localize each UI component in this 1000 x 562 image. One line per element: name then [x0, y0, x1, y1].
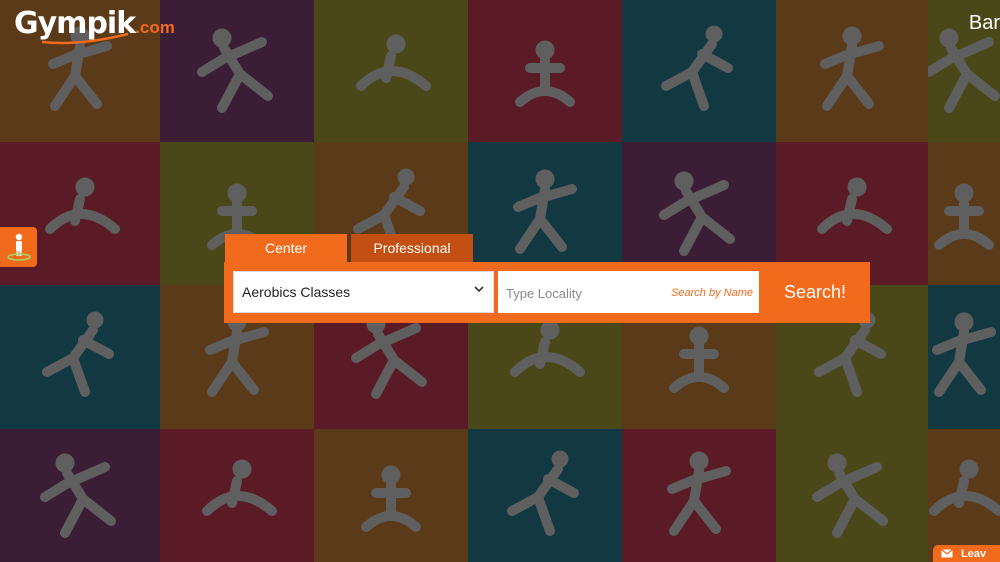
background-tile — [622, 0, 776, 142]
background-tile — [160, 429, 314, 562]
figure-icon — [934, 183, 994, 250]
locality-field: Search by Name — [498, 271, 759, 315]
badminton-player-icon — [197, 28, 273, 113]
dumbbell-lifter-icon — [667, 451, 731, 536]
weightlifter-icon — [932, 312, 996, 397]
background-tile — [776, 0, 928, 142]
dancer-icon — [515, 40, 575, 107]
leave-message-label: Leav — [961, 547, 987, 560]
background-tile — [160, 0, 314, 142]
chevron-down-icon — [474, 286, 484, 293]
person-location-icon — [6, 233, 31, 261]
background-tile — [928, 285, 1000, 429]
tree-pose-icon — [40, 453, 116, 538]
background-tile — [776, 429, 928, 562]
side-feedback-widget[interactable] — [0, 227, 37, 267]
dancer-arc-icon — [42, 311, 114, 397]
backbend-figure-icon — [817, 177, 892, 234]
background-tile — [0, 429, 160, 562]
search-button[interactable]: Search! — [769, 271, 861, 313]
background-tile — [928, 429, 1000, 562]
search-bar: Aerobics Classes Search by Name Search! — [224, 262, 870, 323]
logo-suffix: .com — [135, 18, 175, 37]
envelope-icon — [941, 549, 953, 558]
figure-icon — [929, 459, 1000, 516]
locality-input[interactable] — [498, 271, 678, 315]
gympik-logo[interactable]: Gympik .com — [14, 6, 175, 46]
stretching-arc-icon — [202, 459, 277, 516]
background-tile — [314, 429, 468, 562]
background-tile — [468, 429, 622, 562]
category-select[interactable]: Aerobics Classes — [233, 271, 494, 313]
search-by-name-link[interactable]: Search by Name — [671, 287, 753, 299]
bridge-pose-icon — [812, 453, 888, 538]
header-nav-text[interactable]: Bar — [969, 12, 1000, 35]
treadmill-runner-icon — [513, 169, 577, 254]
logo-swoosh-icon — [41, 32, 129, 45]
category-select-value: Aerobics Classes — [242, 284, 351, 300]
leave-message-tab[interactable]: Leav — [933, 545, 1000, 562]
tab-center[interactable]: Center — [225, 234, 347, 262]
search-tabs: Center Professional — [225, 234, 473, 262]
background-tile — [314, 0, 468, 142]
tab-professional[interactable]: Professional — [351, 234, 473, 262]
background-tile — [928, 142, 1000, 285]
jumping-dancer-icon — [820, 26, 884, 111]
sprinter-icon — [361, 465, 421, 532]
background-tile — [468, 0, 622, 142]
kicking-player-icon — [356, 34, 431, 91]
leaping-figure-icon — [659, 171, 735, 256]
background-tile — [622, 429, 776, 562]
runner-icon — [45, 177, 120, 234]
background-tile — [0, 285, 160, 429]
cyclist-icon — [661, 25, 733, 111]
inverted-yoga-icon — [507, 450, 579, 536]
